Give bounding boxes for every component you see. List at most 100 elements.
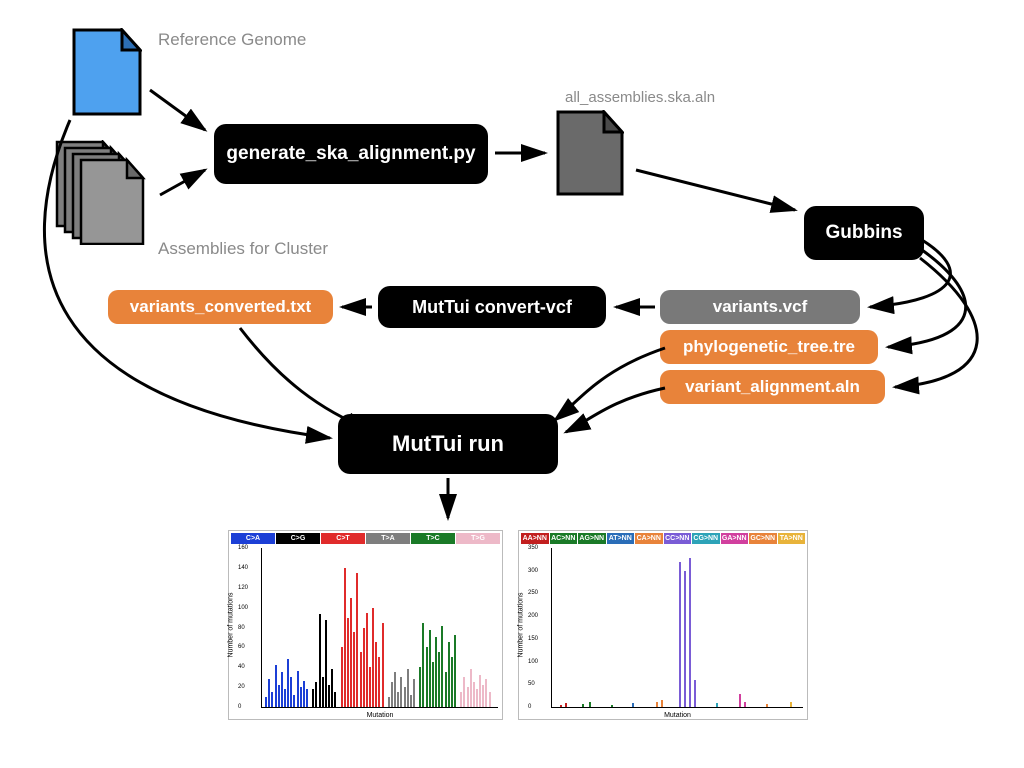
- bar: [278, 685, 280, 707]
- variants-converted-node: variants_converted.txt: [108, 290, 333, 324]
- bar: [656, 702, 658, 707]
- ytick: 0: [528, 704, 531, 710]
- ytick: 250: [528, 590, 538, 596]
- bar: [322, 677, 324, 707]
- legend-item: AG>NN: [578, 533, 606, 544]
- bar: [293, 695, 295, 707]
- bar: [790, 702, 792, 707]
- bar: [407, 669, 409, 707]
- generate-ska-node: generate_ska_alignment.py: [214, 124, 488, 184]
- bar: [611, 705, 613, 707]
- ytick: 80: [238, 625, 245, 631]
- ytick: 140: [238, 565, 248, 571]
- bar: [448, 642, 450, 707]
- bar: [287, 659, 289, 707]
- legend-item: C>T: [321, 533, 365, 544]
- bar: [766, 704, 768, 707]
- bar: [445, 672, 447, 707]
- bar: [347, 618, 349, 707]
- legend-item: GC>NN: [749, 533, 777, 544]
- bar: [684, 571, 686, 707]
- bar: [473, 682, 475, 707]
- bar: [632, 703, 634, 707]
- bar: [271, 692, 273, 707]
- ytick: 120: [238, 585, 248, 591]
- legend-item: AT>NN: [607, 533, 635, 544]
- bar: [739, 694, 741, 707]
- ytick: 60: [238, 644, 245, 650]
- ytick: 20: [238, 684, 245, 690]
- dbs-spectrum-chart: AA>NNAC>NNAG>NNAT>NNCA>NNCC>NNCG>NNGA>NN…: [518, 530, 808, 720]
- bar: [422, 623, 424, 707]
- bar: [426, 647, 428, 707]
- bar: [454, 635, 456, 707]
- legend-item: CA>NN: [635, 533, 663, 544]
- aln-file-label: all_assemblies.ska.aln: [565, 89, 715, 106]
- legend-item: GA>NN: [721, 533, 749, 544]
- aln-file-icon: [556, 110, 624, 196]
- bar: [275, 665, 277, 707]
- bar: [344, 568, 346, 707]
- legend-item: AC>NN: [550, 533, 578, 544]
- legend-item: T>G: [456, 533, 500, 544]
- bar: [366, 613, 368, 707]
- bar: [460, 692, 462, 707]
- ytick: 40: [238, 664, 245, 670]
- bar: [372, 608, 374, 707]
- legend-item: C>G: [276, 533, 320, 544]
- bar: [319, 614, 321, 707]
- bar: [265, 697, 267, 707]
- bar: [297, 671, 299, 707]
- bar: [391, 682, 393, 707]
- legend-item: T>C: [411, 533, 455, 544]
- bar: [489, 692, 491, 707]
- muttui-run-node: MutTui run: [338, 414, 558, 474]
- bar: [303, 681, 305, 707]
- phylo-tree-node: phylogenetic_tree.tre: [660, 330, 878, 364]
- bar: [479, 675, 481, 707]
- ytick: 150: [528, 636, 538, 642]
- legend-item: CG>NN: [692, 533, 720, 544]
- bar: [689, 558, 691, 707]
- bar: [312, 689, 314, 707]
- legend-item: T>A: [366, 533, 410, 544]
- ytick: 160: [238, 545, 248, 551]
- legend-item: AA>NN: [521, 533, 549, 544]
- bar: [413, 679, 415, 707]
- bar: [382, 623, 384, 707]
- bar: [716, 703, 718, 707]
- ytick: 300: [528, 568, 538, 574]
- bar: [404, 687, 406, 707]
- bar: [485, 679, 487, 707]
- bar: [463, 677, 465, 707]
- bar: [388, 697, 390, 707]
- bar: [363, 628, 365, 708]
- bar: [268, 679, 270, 707]
- bar: [470, 669, 472, 707]
- bar: [694, 680, 696, 707]
- bar: [679, 562, 681, 707]
- bar: [435, 637, 437, 707]
- bar: [441, 626, 443, 707]
- bar: [744, 702, 746, 707]
- variant-aln-node: variant_alignment.aln: [660, 370, 885, 404]
- bar: [560, 705, 562, 707]
- bar: [451, 657, 453, 707]
- legend-item: TA>NN: [778, 533, 806, 544]
- bar: [482, 685, 484, 707]
- ytick: 100: [528, 659, 538, 665]
- bar: [410, 695, 412, 707]
- bar: [328, 685, 330, 707]
- bar: [467, 687, 469, 707]
- ref-genome-label: Reference Genome: [158, 30, 306, 50]
- bar: [400, 677, 402, 707]
- bar: [284, 689, 286, 707]
- bar: [306, 689, 308, 707]
- bar: [419, 667, 421, 707]
- ytick: 350: [528, 545, 538, 551]
- bar: [438, 652, 440, 707]
- bar: [300, 687, 302, 707]
- ytick: 200: [528, 613, 538, 619]
- gubbins-node: Gubbins: [804, 206, 924, 260]
- bar: [378, 657, 380, 707]
